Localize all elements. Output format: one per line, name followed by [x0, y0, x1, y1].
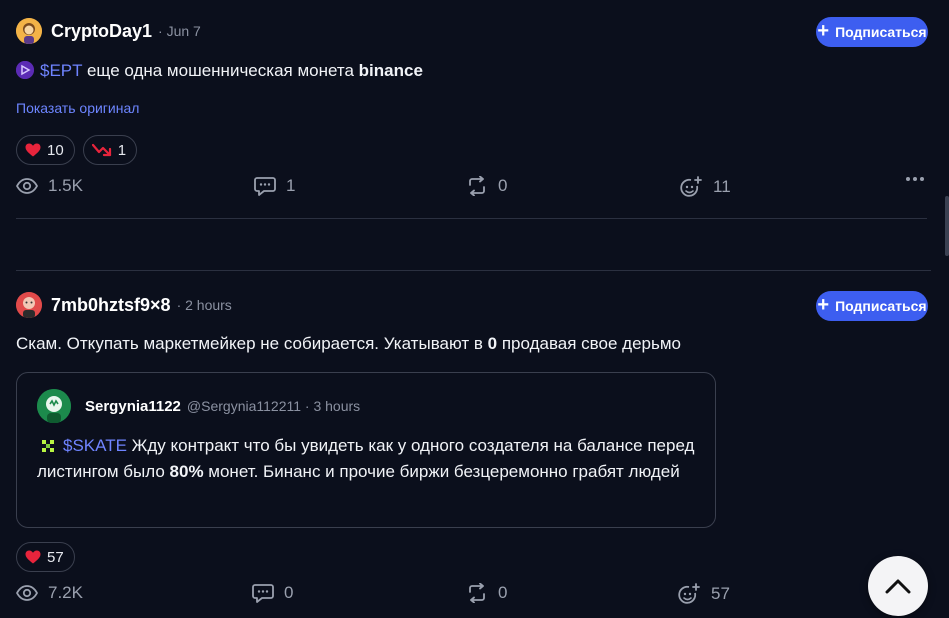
- quoted-post-header: Sergynia1122 @Sergynia112211 · 3 hours: [37, 389, 360, 423]
- follow-button[interactable]: + Подписаться: [816, 291, 928, 321]
- post-card: 7mb0hztsf9×8 · 2 hours + Подписаться Ска…: [0, 272, 945, 618]
- views-stat: 7.2K: [16, 583, 83, 603]
- post-text-part: Скам. Откупать маркетмейкер не собираетс…: [16, 334, 488, 353]
- show-original-link[interactable]: Показать оригинал: [16, 100, 139, 116]
- follow-label: Подписаться: [835, 298, 927, 314]
- comments-stat[interactable]: 1: [254, 176, 295, 196]
- reactions-bar: 57: [16, 542, 75, 572]
- chevron-up-icon: [885, 579, 911, 594]
- heart-icon: [25, 550, 41, 564]
- scrollbar-thumb[interactable]: [945, 196, 949, 256]
- more-options-button[interactable]: [905, 176, 925, 182]
- post-text: Скам. Откупать маркетмейкер не собираетс…: [16, 331, 681, 357]
- comments-count: 1: [286, 176, 296, 195]
- follow-label: Подписаться: [835, 24, 927, 40]
- skate-coin-icon: [41, 435, 55, 452]
- quoted-username[interactable]: Sergynia1122: [85, 398, 181, 415]
- plus-icon: +: [817, 20, 830, 42]
- post-time: · 2 hours: [176, 297, 232, 313]
- reaction-count: 57: [47, 548, 64, 566]
- reaction-heart[interactable]: 57: [16, 542, 75, 572]
- eye-icon: [16, 585, 38, 601]
- quoted-handle: @Sergynia112211 · 3 hours: [186, 398, 361, 414]
- post-header: CryptoDay1 · Jun 7: [16, 18, 201, 44]
- reposts-stat[interactable]: 0: [466, 583, 507, 603]
- comments-stat[interactable]: 0: [252, 583, 293, 603]
- coin-link[interactable]: $SKATE: [63, 436, 127, 455]
- post-text: $EPT еще одна мошенническая монета binan…: [16, 58, 423, 84]
- reactions-bar: 10 1: [16, 135, 138, 165]
- coin-link[interactable]: $EPT: [40, 61, 82, 80]
- likes-count: 57: [711, 584, 730, 603]
- reaction-count: 10: [47, 141, 64, 159]
- heart-icon: [25, 143, 41, 157]
- post-stats: 1.5K 1 0 11: [16, 176, 925, 200]
- quoted-text: $SKATE Жду контракт что бы увидеть как у…: [37, 433, 697, 485]
- comments-count: 0: [284, 583, 294, 602]
- post-username[interactable]: 7mb0hztsf9×8: [51, 295, 171, 316]
- quoted-post[interactable]: Sergynia1122 @Sergynia112211 · 3 hours $…: [16, 372, 716, 528]
- views-count: 1.5K: [48, 176, 83, 195]
- user-avatar-icon: [16, 292, 42, 318]
- reposts-count: 0: [498, 176, 508, 195]
- avatar[interactable]: [16, 18, 42, 44]
- comment-icon: [254, 177, 276, 196]
- reposts-count: 0: [498, 583, 508, 602]
- post-card: CryptoDay1 · Jun 7 + Подписаться $EPT ещ…: [0, 0, 945, 220]
- reaction-count: 1: [117, 141, 127, 159]
- avatar: [37, 389, 71, 423]
- post-text-bold: binance: [358, 61, 423, 80]
- divider: [16, 218, 927, 219]
- quoted-text-bold: 80%: [169, 462, 204, 481]
- ept-coin-icon: [16, 61, 34, 79]
- post-time: · Jun 7: [158, 23, 201, 39]
- likes-stat[interactable]: 57: [677, 583, 730, 605]
- add-reaction-icon: [678, 583, 700, 604]
- likes-count: 11: [713, 177, 731, 196]
- views-stat: 1.5K: [16, 176, 83, 196]
- more-dots-icon: [906, 177, 924, 181]
- views-count: 7.2K: [48, 583, 83, 602]
- divider: [16, 270, 931, 271]
- repost-icon: [469, 176, 485, 196]
- post-header: 7mb0hztsf9×8 · 2 hours: [16, 292, 232, 318]
- quoted-text-part: монет. Бинанс и прочие биржи безцеремонн…: [203, 462, 680, 481]
- avatar[interactable]: [16, 292, 42, 318]
- reaction-bearish[interactable]: 1: [82, 135, 138, 165]
- user-avatar-icon: [16, 18, 42, 44]
- scrollbar[interactable]: [945, 0, 949, 618]
- reaction-heart[interactable]: 10: [16, 135, 75, 165]
- add-reaction-icon: [680, 176, 702, 197]
- user-avatar-icon: [37, 389, 71, 423]
- likes-stat[interactable]: 11: [679, 176, 731, 198]
- post-text-part: продавая свое дерьмо: [497, 334, 681, 353]
- post-text-part: еще одна мошенническая монета: [82, 61, 359, 80]
- comment-icon: [252, 584, 274, 603]
- plus-icon: +: [817, 294, 830, 316]
- trend-down-icon: [91, 143, 111, 157]
- repost-icon: [469, 583, 485, 603]
- eye-icon: [16, 178, 38, 194]
- scroll-to-top-button[interactable]: [868, 556, 928, 616]
- post-username[interactable]: CryptoDay1: [51, 21, 152, 42]
- reposts-stat[interactable]: 0: [466, 176, 507, 196]
- post-stats: 7.2K 0 0 57: [16, 583, 925, 607]
- post-text-bold: 0: [487, 334, 498, 353]
- follow-button[interactable]: + Подписаться: [816, 17, 928, 47]
